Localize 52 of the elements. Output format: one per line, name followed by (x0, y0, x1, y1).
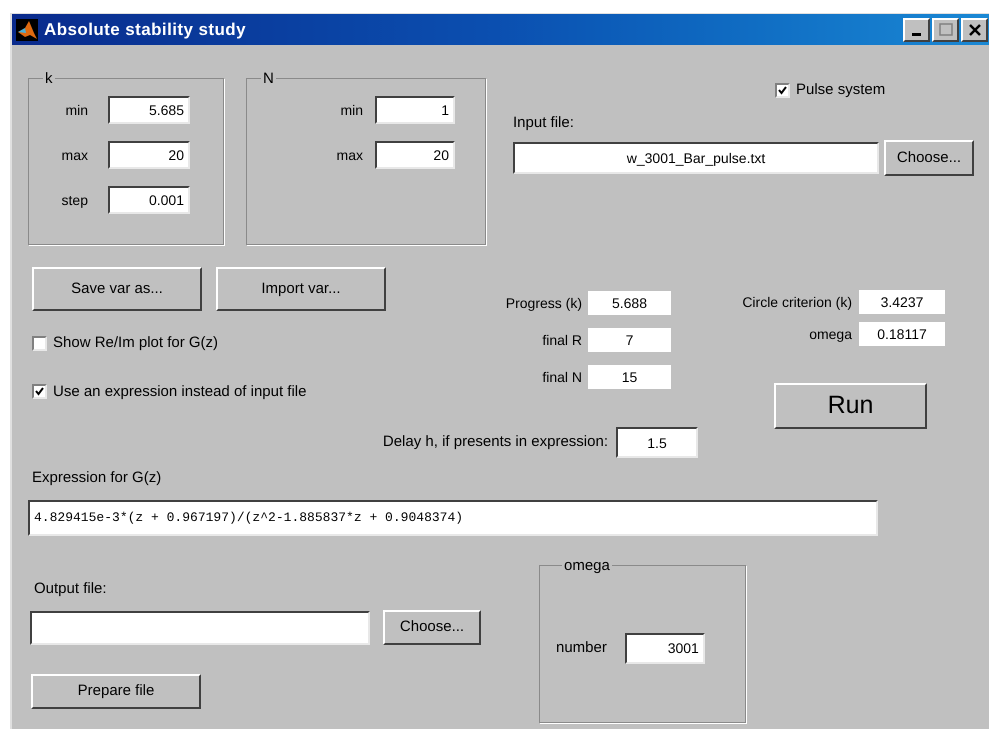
prepare-button[interactable]: Prepare file (31, 674, 201, 709)
field-label: max (60, 146, 88, 164)
result-label: final R (541, 330, 582, 350)
text-field[interactable]: 20 (375, 141, 455, 169)
text-field[interactable]: 20 (108, 141, 190, 169)
check-icon (35, 387, 44, 396)
result-label: omega (808, 324, 852, 344)
field-label: number (556, 638, 607, 658)
expression-field[interactable]: 4.829415e-3*(z + 0.967197)/(z^2-1.885837*z + 0.9048374) (28, 500, 878, 536)
result-value: 0.18117 (859, 322, 945, 346)
checkbox-label: Pulse system (796, 80, 886, 100)
field-label: Output file: (34, 578, 108, 598)
text-field[interactable]: 5.685 (108, 96, 190, 124)
minimize-icon[interactable] (903, 18, 930, 42)
checkbox[interactable] (32, 384, 47, 400)
maximize-icon[interactable] (932, 18, 959, 42)
field-label: Input file: (513, 112, 575, 132)
text-field[interactable]: 1.5 (616, 427, 698, 458)
text-field[interactable]: w_3001_Bar_pulse.txt (513, 142, 879, 174)
logo-icon (16, 18, 38, 40)
group-title: k (44, 71, 54, 86)
checkbox[interactable] (32, 336, 47, 351)
result-value: 5.688 (588, 291, 671, 315)
choose-button[interactable]: Choose... (884, 140, 974, 176)
result-label: final N (541, 368, 582, 386)
text-field[interactable]: 0.001 (108, 186, 190, 214)
field-label: min (339, 100, 363, 120)
result-value: 15 (588, 365, 671, 389)
text-field[interactable]: 3001 (624, 632, 705, 664)
result-label: Circle criterion (k) (741, 292, 852, 312)
action-button[interactable]: Save var as... (32, 267, 202, 311)
field-label: min (64, 100, 88, 120)
result-value: 7 (588, 328, 671, 352)
check-icon (778, 86, 787, 95)
text-field[interactable] (30, 610, 370, 644)
field-label: Delay h, if presents in expression: (382, 432, 608, 452)
result-value: 3.4237 (859, 290, 945, 314)
group-title: N (262, 71, 275, 86)
field-label: Expression for G(z) (32, 468, 162, 488)
group-title: omega (563, 558, 611, 572)
field-label: max (336, 146, 363, 164)
text-field[interactable]: 1 (375, 96, 455, 124)
choose-button[interactable]: Choose... (383, 610, 481, 645)
checkbox[interactable] (775, 82, 790, 98)
result-label: Progress (k) (504, 294, 582, 313)
checkbox-label: Use an expression instead of input file (53, 382, 306, 402)
close-icon[interactable] (961, 18, 988, 42)
action-button[interactable]: Import var... (216, 267, 386, 311)
field-label: step (60, 190, 88, 210)
window-title: Absolute stability study (44, 18, 246, 41)
run-button[interactable]: Run (774, 383, 927, 429)
checkbox-label: Show Re/Im plot for G(z) (53, 333, 218, 353)
